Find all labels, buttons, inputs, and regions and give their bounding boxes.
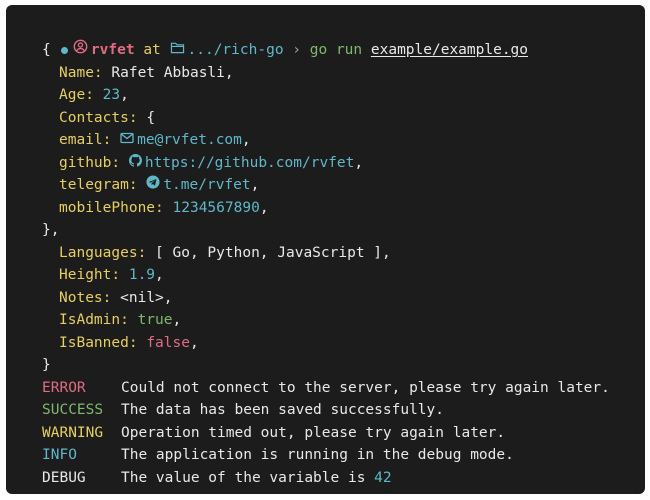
mobile-value: 1234567890	[172, 200, 260, 216]
notes-key: Notes:	[59, 290, 112, 306]
github-key: github:	[59, 155, 121, 171]
email-line: email: me@rvfet.com,	[59, 129, 251, 151]
isadmin-key: IsAdmin:	[59, 312, 129, 328]
open-brace: {	[42, 42, 51, 58]
log-level: DEBUG	[42, 470, 86, 486]
languages-line: Languages: [ Go, Python, JavaScript ],	[59, 242, 391, 264]
prompt-separator: ›	[292, 42, 302, 58]
contacts-line: Contacts: {	[59, 110, 156, 126]
isadmin-value: true	[137, 312, 173, 328]
log-level: WARNING	[42, 425, 104, 441]
github-value: https://github.com/rvfet	[144, 155, 355, 171]
log-line-info: INFO The application is running in the de…	[42, 444, 514, 466]
log-line-warning: WARNING Operation timed out, please try a…	[42, 422, 505, 444]
telegram-icon	[146, 174, 160, 196]
github-icon	[128, 152, 142, 174]
name-key: Name:	[59, 65, 103, 81]
terminal-window[interactable]: rvfet at .../rich-go › go run example/ex…	[6, 5, 645, 494]
log-message: Could not connect to the server, please …	[121, 380, 610, 396]
prompt-file: example/example.go	[370, 42, 529, 58]
log-message: The application is running in the debug …	[121, 447, 514, 463]
log-level: ERROR	[42, 380, 86, 396]
height-key: Height:	[59, 267, 121, 283]
prompt-user: rvfet	[90, 42, 135, 58]
close-brace: }	[42, 357, 51, 373]
log-message: The value of the variable is	[121, 470, 366, 486]
notes-value: <nil>,	[120, 290, 173, 306]
log-line-error: ERROR Could not connect to the server, pl…	[42, 377, 610, 399]
folder-icon	[170, 39, 185, 61]
age-key: Age:	[59, 87, 94, 103]
isbanned-key: IsBanned:	[59, 335, 138, 351]
contacts-close-brace: },	[42, 222, 60, 238]
name-line: Name: Rafet Abbasli,	[59, 62, 234, 84]
github-line: github: https://github.com/rvfet,	[59, 152, 363, 174]
languages-key: Languages:	[59, 245, 147, 261]
email-key: email:	[59, 132, 112, 148]
envelope-icon	[120, 129, 134, 151]
prompt-line: rvfet at .../rich-go › go run example/ex…	[26, 17, 528, 58]
telegram-key: telegram:	[59, 177, 138, 193]
telegram-value: t.me/rvfet	[163, 177, 251, 193]
log-line-debug: DEBUG The value of the variable is 42	[42, 467, 392, 489]
isbanned-line: IsBanned: false,	[59, 335, 199, 351]
prompt-path: .../rich-go	[187, 42, 284, 58]
height-line: Height: 1.9,	[59, 267, 164, 283]
age-line: Age: 23,	[59, 87, 129, 103]
mobile-line: mobilePhone: 1234567890,	[59, 200, 269, 216]
log-level: SUCCESS	[42, 402, 104, 418]
log-value: 42	[374, 470, 392, 486]
isadmin-line: IsAdmin: true,	[59, 312, 182, 328]
user-circle-icon	[73, 39, 88, 61]
prompt-at: at	[143, 42, 161, 58]
prompt-command: go run	[309, 42, 363, 58]
log-level: INFO	[42, 447, 77, 463]
contacts-key: Contacts:	[59, 110, 138, 126]
age-value: 23	[102, 87, 121, 103]
log-line-success: SUCCESS The data has been saved successfu…	[42, 399, 444, 421]
languages-value: [ Go, Python, JavaScript ],	[155, 245, 391, 261]
status-dot-icon	[60, 46, 68, 54]
telegram-line: telegram: t.me/rvfet,	[59, 174, 259, 196]
mobile-key: mobilePhone:	[59, 200, 164, 216]
log-message: Operation timed out, please try again la…	[121, 425, 506, 441]
isbanned-value: false	[146, 335, 190, 351]
name-value: Rafet Abbasli,	[111, 65, 234, 81]
log-message: The data has been saved successfully.	[121, 402, 445, 418]
height-value: 1.9	[128, 267, 156, 283]
notes-line: Notes: <nil>,	[59, 287, 173, 309]
email-value: me@rvfet.com	[137, 132, 242, 148]
